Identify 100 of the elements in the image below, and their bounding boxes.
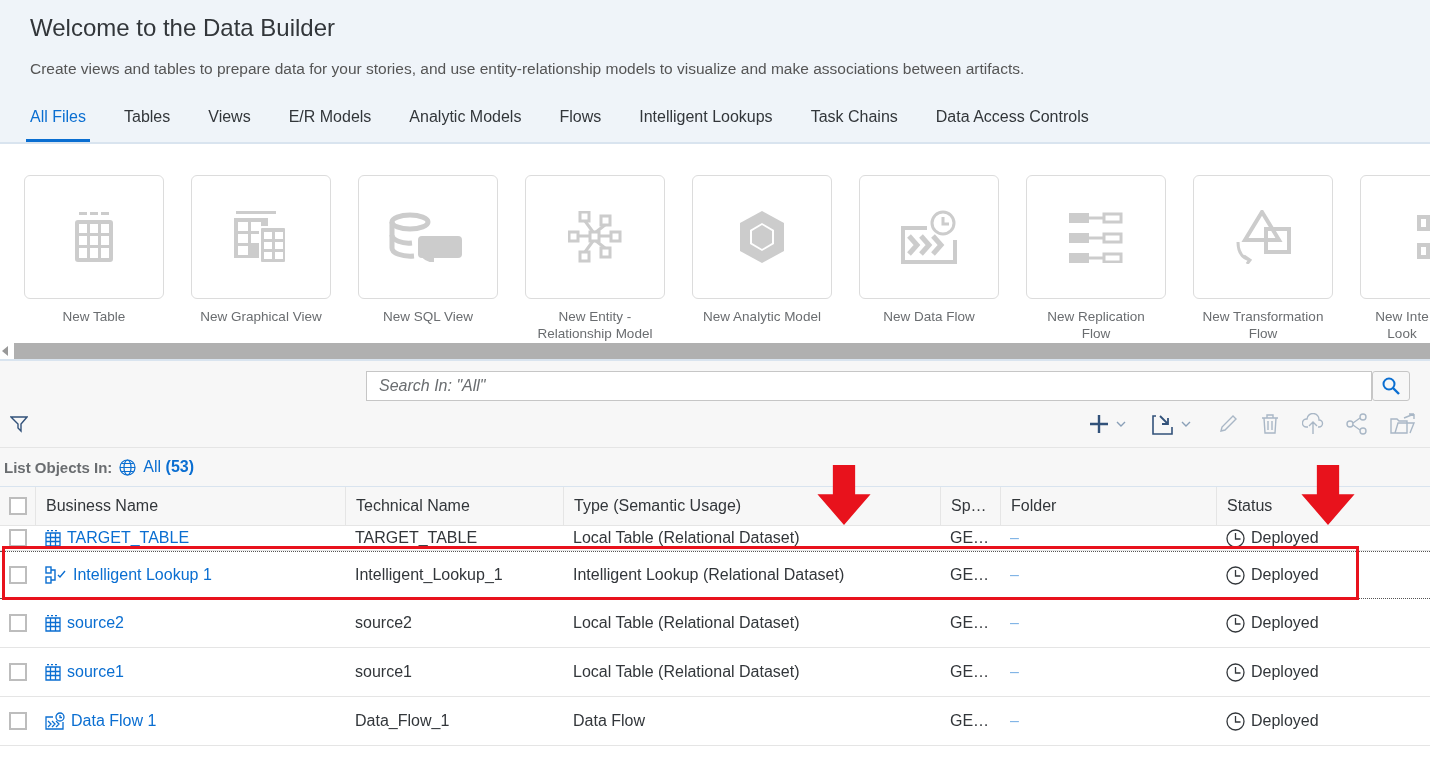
clock-icon [1226, 613, 1245, 633]
table-cell: Intelligent_Lookup_1 [355, 566, 503, 584]
cube-icon [738, 211, 786, 263]
status-text: Deployed [1251, 566, 1319, 584]
new-item-tile[interactable] [24, 175, 164, 299]
table-cell: – [1010, 566, 1019, 584]
row-checkbox[interactable] [8, 712, 27, 730]
table-cell: GE… [950, 566, 990, 584]
column-header[interactable]: Technical Name [356, 497, 470, 515]
table-icon [45, 663, 61, 681]
object-link[interactable]: TARGET_TABLE [67, 529, 190, 547]
search-icon [1382, 377, 1400, 395]
table-cell: – [1010, 529, 1019, 547]
column-header[interactable]: Business Name [46, 497, 159, 515]
clock-icon [1226, 528, 1245, 548]
scroll-left-icon[interactable] [2, 346, 8, 356]
status-text: Deployed [1251, 712, 1319, 730]
tile-label: New Graphical View [200, 308, 322, 325]
share-icon[interactable] [1346, 413, 1368, 435]
table-icon [45, 529, 61, 547]
tab[interactable]: Task Chains [806, 108, 902, 142]
tile-label: New SQL View [382, 308, 473, 325]
data-flow-icon [45, 712, 65, 730]
lookup-icon [45, 566, 67, 584]
tile-label: New Entity - Relationship Model [537, 308, 653, 342]
object-link[interactable]: source2 [67, 614, 124, 632]
table-cell: Local Table (Relational Dataset) [573, 614, 800, 632]
table-cell: GE… [950, 614, 990, 632]
replication-icon [1069, 211, 1123, 263]
tile-label: New Data Flow [883, 308, 975, 325]
new-item-tile[interactable] [525, 175, 665, 299]
new-item-tile[interactable] [859, 175, 999, 299]
clock-icon [1226, 711, 1245, 731]
clock-icon [1226, 565, 1245, 585]
table-cell: Data Flow [573, 712, 646, 730]
tab[interactable]: E/R Models [284, 108, 376, 142]
tile-label: New Table [62, 308, 126, 325]
column-header[interactable]: Type (Semantic Usage) [574, 497, 742, 515]
clock-icon [1226, 662, 1245, 682]
search-field[interactable]: Search In: "All" [366, 371, 1372, 401]
tab[interactable]: Intelligent Lookups [635, 108, 777, 142]
filter-icon[interactable] [10, 415, 28, 433]
delete-icon[interactable] [1260, 414, 1280, 434]
row-checkbox[interactable] [8, 663, 27, 681]
tile-label: New Analytic Model [703, 308, 821, 325]
tab[interactable]: All Files [26, 108, 90, 142]
tile-label: New Replication Flow [1047, 308, 1145, 342]
globe-icon [119, 458, 137, 476]
table-icon [45, 614, 61, 632]
tab[interactable]: Data Access Controls [931, 108, 1093, 142]
table-cell: source1 [355, 663, 412, 681]
table-cell: Data_Flow_1 [355, 712, 450, 730]
new-item-tile[interactable] [191, 175, 331, 299]
table-cell: – [1010, 712, 1019, 730]
tab[interactable]: Flows [555, 108, 606, 142]
table-cell: TARGET_TABLE [355, 529, 478, 547]
row-checkbox[interactable] [8, 566, 27, 584]
object-link[interactable]: Intelligent Lookup 1 [73, 566, 212, 584]
upload-icon[interactable] [1302, 413, 1324, 435]
tile-label: New Inte Look [1374, 308, 1430, 342]
table-cell: GE… [950, 663, 990, 681]
tab[interactable]: Analytic Models [405, 108, 526, 142]
tab[interactable]: Tables [120, 108, 175, 142]
table-cell: GE… [950, 529, 990, 547]
folder-icon[interactable] [1390, 413, 1416, 435]
shapes-icon [1234, 210, 1292, 264]
table-cell: Local Table (Relational Dataset) [573, 529, 800, 547]
view-icon [234, 211, 288, 263]
select-all-checkbox[interactable] [8, 497, 27, 515]
table-cell: source2 [355, 614, 412, 632]
page-description: Create views and tables to prepare data for your stories, and use entity-relationship models to visualize and make associations between artifacts. [30, 60, 1026, 78]
row-checkbox[interactable] [8, 529, 27, 547]
edit-icon[interactable] [1218, 414, 1238, 434]
data-flow-icon [901, 210, 957, 264]
search-button[interactable] [1372, 371, 1410, 401]
table-cell: Intelligent Lookup (Relational Dataset) [573, 566, 845, 584]
status-text: Deployed [1251, 529, 1319, 547]
status-text: Deployed [1251, 663, 1319, 681]
status-text: Deployed [1251, 614, 1319, 632]
new-item-tile[interactable] [692, 175, 832, 299]
table-cell: – [1010, 663, 1019, 681]
network-icon [568, 211, 622, 263]
tile-label: New Transformation Flow [1202, 308, 1324, 342]
new-item-tile[interactable] [358, 175, 498, 299]
table-cell: – [1010, 614, 1019, 632]
object-link[interactable]: Data Flow 1 [71, 712, 157, 730]
new-item-tile[interactable] [1193, 175, 1333, 299]
column-header[interactable]: Sp… [951, 497, 987, 515]
table-cell: GE… [950, 712, 990, 730]
new-item-tile[interactable] [1026, 175, 1166, 299]
table-cell: Local Table (Relational Dataset) [573, 663, 800, 681]
list-objects-label: List Objects In: [4, 458, 113, 476]
horizontal-scrollbar[interactable] [0, 343, 1430, 361]
tab[interactable]: Views [204, 108, 255, 142]
row-checkbox[interactable] [8, 614, 27, 632]
object-link[interactable]: source1 [67, 663, 124, 681]
scope-link[interactable]: All (53) [143, 458, 195, 476]
page-title: Welcome to the Data Builder [30, 14, 337, 42]
column-header[interactable]: Status [1227, 497, 1273, 515]
column-header[interactable]: Folder [1011, 497, 1057, 515]
